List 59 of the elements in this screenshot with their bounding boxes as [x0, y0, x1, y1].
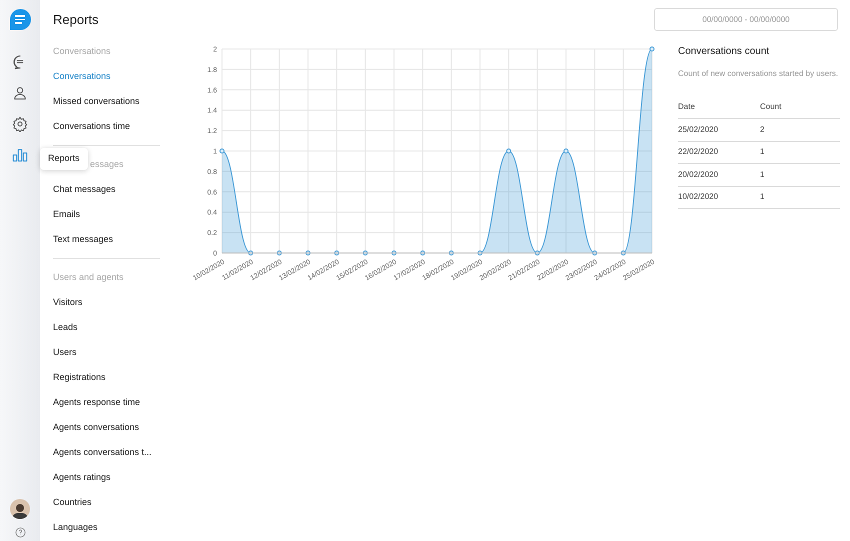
nav-link[interactable]: Agents conversations — [53, 420, 140, 434]
nav-link[interactable]: Users — [53, 346, 77, 360]
data-point — [592, 250, 598, 256]
table-cell: 1 — [760, 191, 764, 204]
data-point — [220, 148, 224, 154]
nav-link[interactable]: Leads — [53, 320, 78, 334]
data-point — [276, 250, 282, 256]
data-point — [564, 148, 568, 154]
nav-link[interactable]: Conversations — [53, 70, 111, 84]
nav-link[interactable]: Languages — [53, 520, 98, 534]
data-point — [506, 148, 512, 154]
table-cell: 1 — [760, 146, 764, 158]
table-cell-text: 22/02/2020 — [678, 146, 720, 158]
tooltip: Reports — [40, 148, 88, 170]
nav-link[interactable]: Conversations time — [53, 120, 130, 134]
section-header: essages — [90, 158, 124, 171]
nav-link[interactable]: Text messages — [53, 232, 114, 246]
table-cell: 1 — [760, 168, 764, 181]
table-cell: 2 — [760, 124, 764, 136]
data-point — [392, 250, 396, 256]
section-header: Users and agents — [53, 270, 124, 284]
column-header: Date — [678, 100, 696, 112]
rail-button[interactable] — [12, 85, 28, 101]
data-point — [620, 250, 626, 256]
logo-icon[interactable] — [10, 9, 30, 30]
data-point — [420, 250, 426, 256]
page-title: Reports — [53, 10, 99, 29]
column-header: Count — [760, 100, 782, 112]
nav-link[interactable]: Agents conversations t... — [53, 446, 152, 460]
data-point — [334, 250, 340, 256]
nav-link[interactable]: Missed conversations — [53, 94, 140, 108]
nav-link[interactable]: Registrations — [53, 370, 106, 384]
nav-link[interactable]: Emails — [53, 208, 80, 222]
nav-link[interactable]: Agents response time — [53, 396, 140, 410]
data-point — [650, 46, 654, 52]
nav-link[interactable]: Visitors — [53, 296, 82, 310]
bar-chart-icon — [12, 147, 28, 163]
avatar[interactable] — [10, 499, 30, 519]
data-point — [534, 250, 540, 256]
settings-icon — [12, 116, 28, 132]
data-point — [362, 250, 368, 256]
rail-button[interactable] — [12, 116, 28, 132]
panel-description: Count of new conversations started by users. — [678, 68, 840, 80]
table-cell-text: 25/02/2020 — [678, 124, 720, 136]
nav-link[interactable]: Chat messages — [53, 182, 116, 196]
data-point — [478, 250, 482, 256]
date-range-field[interactable]: 00/00/0000 - 00/00/0000 — [654, 8, 838, 31]
nav-link[interactable]: Countries — [53, 496, 92, 510]
data-point — [306, 250, 310, 256]
table-cell-text: 20/02/2020 — [678, 168, 720, 181]
nav-link[interactable]: Agents ratings — [53, 470, 111, 484]
help-icon[interactable] — [14, 527, 26, 538]
rail-button[interactable] — [12, 147, 28, 163]
section-header: Conversations — [53, 44, 111, 58]
data-point — [248, 250, 254, 256]
panel-title: Conversations count — [678, 45, 770, 59]
table-cell-text: 10/02/2020 — [678, 191, 720, 204]
user-icon — [12, 85, 28, 101]
data-point — [448, 250, 454, 256]
